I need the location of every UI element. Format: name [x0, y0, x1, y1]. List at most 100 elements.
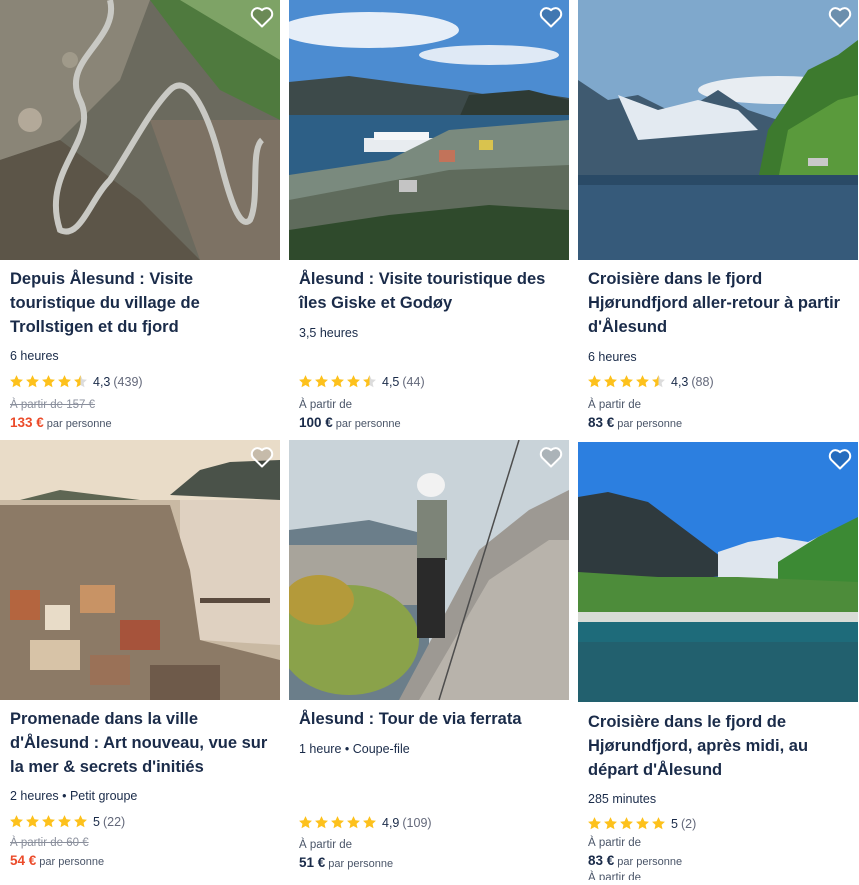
star-rating — [298, 374, 377, 389]
card-title[interactable]: Croisière dans le fjord de Hjørundfjord,… — [588, 710, 850, 782]
star-full-icon — [9, 374, 24, 389]
star-full-icon — [346, 374, 361, 389]
review-count: (109) — [402, 815, 432, 830]
star-half-icon — [73, 374, 88, 389]
star-full-icon — [635, 374, 650, 389]
price: 133 € par personne — [10, 415, 112, 430]
price-unit: par personne — [46, 418, 112, 430]
alesund-town-image[interactable] — [0, 440, 280, 700]
price-unit: par personne — [617, 856, 683, 868]
activity-card[interactable]: Ålesund : Tour de via ferrata 1 heure • … — [289, 440, 569, 880]
price-value: 133 € — [10, 415, 44, 430]
star-full-icon — [25, 374, 40, 389]
price-value: 83 € — [588, 415, 615, 430]
wishlist-heart-icon[interactable] — [828, 448, 852, 470]
wishlist-heart-icon[interactable] — [539, 446, 563, 468]
card-title[interactable]: Ålesund : Tour de via ferrata — [299, 707, 561, 731]
star-full-icon — [314, 374, 329, 389]
star-full-icon — [330, 374, 345, 389]
activity-card[interactable]: Croisière dans le fjord de Hjørundfjord,… — [578, 440, 858, 880]
star-full-icon — [330, 815, 345, 830]
price-unit: par personne — [328, 858, 394, 870]
from-label: À partir de — [299, 839, 353, 851]
price-value: 83 € — [588, 853, 615, 868]
hjorundfjord-afternoon-image[interactable] — [578, 442, 858, 702]
rating-value: 5 — [93, 814, 100, 829]
via-ferrata-climber-image[interactable] — [289, 440, 569, 700]
star-rating — [9, 814, 88, 829]
star-full-icon — [41, 374, 56, 389]
star-full-icon — [603, 816, 618, 831]
rating-row: 4,9 (109) — [298, 815, 432, 830]
star-full-icon — [635, 816, 650, 831]
duration: 285 minutes — [588, 792, 657, 806]
rating-value: 4,3 — [671, 374, 689, 389]
rating-row: 4,3 (439) — [9, 374, 143, 389]
activity-card[interactable]: Depuis Ålesund : Visite touristique du v… — [0, 0, 280, 440]
price-value: 54 € — [10, 853, 37, 868]
from-label-secondary: À partir de — [588, 872, 642, 880]
star-full-icon — [587, 374, 602, 389]
activity-card[interactable]: Croisière dans le fjord Hjørundfjord all… — [578, 0, 858, 440]
star-half-icon — [651, 374, 666, 389]
wishlist-heart-icon[interactable] — [539, 6, 563, 28]
star-rating — [587, 374, 666, 389]
price: 54 € par personne — [10, 853, 104, 868]
duration: 3,5 heures — [299, 326, 359, 340]
star-full-icon — [73, 814, 88, 829]
wishlist-heart-icon[interactable] — [250, 6, 274, 28]
activity-card[interactable]: Promenade dans la ville d'Ålesund : Art … — [0, 440, 280, 880]
rating-row: 4,3 (88) — [587, 374, 714, 389]
from-label: À partir de — [588, 399, 642, 411]
star-full-icon — [619, 374, 634, 389]
star-full-icon — [298, 374, 313, 389]
review-count: (439) — [113, 374, 143, 389]
rating-value: 4,5 — [382, 374, 400, 389]
price: 83 € par personne — [588, 415, 682, 430]
star-full-icon — [587, 816, 602, 831]
rating-value: 4,3 — [93, 374, 111, 389]
price-unit: par personne — [617, 418, 683, 430]
card-title[interactable]: Ålesund : Visite touristique des îles Gi… — [299, 267, 561, 315]
alesund-harbor-image[interactable] — [289, 0, 569, 260]
price: 100 € par personne — [299, 415, 401, 430]
star-full-icon — [41, 814, 56, 829]
star-full-icon — [346, 815, 361, 830]
star-full-icon — [603, 374, 618, 389]
star-full-icon — [619, 816, 634, 831]
duration: 1 heure • Coupe-file — [299, 742, 410, 756]
review-count: (2) — [680, 816, 697, 831]
duration: 6 heures — [10, 349, 59, 363]
wishlist-heart-icon[interactable] — [828, 6, 852, 28]
price: 83 € par personne — [588, 853, 682, 868]
from-label: À partir de — [588, 837, 642, 849]
rating-value: 5 — [671, 816, 678, 831]
star-full-icon — [57, 814, 72, 829]
fjord-cruise-image[interactable] — [578, 0, 858, 260]
star-full-icon — [9, 814, 24, 829]
price-unit: par personne — [335, 418, 401, 430]
review-count: (88) — [691, 374, 714, 389]
card-title[interactable]: Promenade dans la ville d'Ålesund : Art … — [10, 707, 272, 779]
rating-row: 4,5 (44) — [298, 374, 425, 389]
card-title[interactable]: Depuis Ålesund : Visite touristique du v… — [10, 267, 272, 339]
rating-row: 5 (22) — [9, 814, 125, 829]
wishlist-heart-icon[interactable] — [250, 446, 274, 468]
duration: 6 heures — [588, 350, 637, 364]
trollstigen-road-image[interactable] — [0, 0, 280, 260]
rating-value: 4,9 — [382, 815, 400, 830]
star-full-icon — [651, 816, 666, 831]
original-price: À partir de 157 € — [10, 399, 96, 411]
star-rating — [9, 374, 88, 389]
card-title[interactable]: Croisière dans le fjord Hjørundfjord all… — [588, 267, 850, 339]
price-value: 100 € — [299, 415, 333, 430]
price: 51 € par personne — [299, 855, 393, 870]
star-rating — [298, 815, 377, 830]
original-price: À partir de 60 € — [10, 837, 89, 849]
star-rating — [587, 816, 666, 831]
price-value: 51 € — [299, 855, 326, 870]
activity-card[interactable]: Ålesund : Visite touristique des îles Gi… — [289, 0, 569, 440]
price-unit: par personne — [39, 856, 105, 868]
star-full-icon — [362, 815, 377, 830]
star-full-icon — [298, 815, 313, 830]
